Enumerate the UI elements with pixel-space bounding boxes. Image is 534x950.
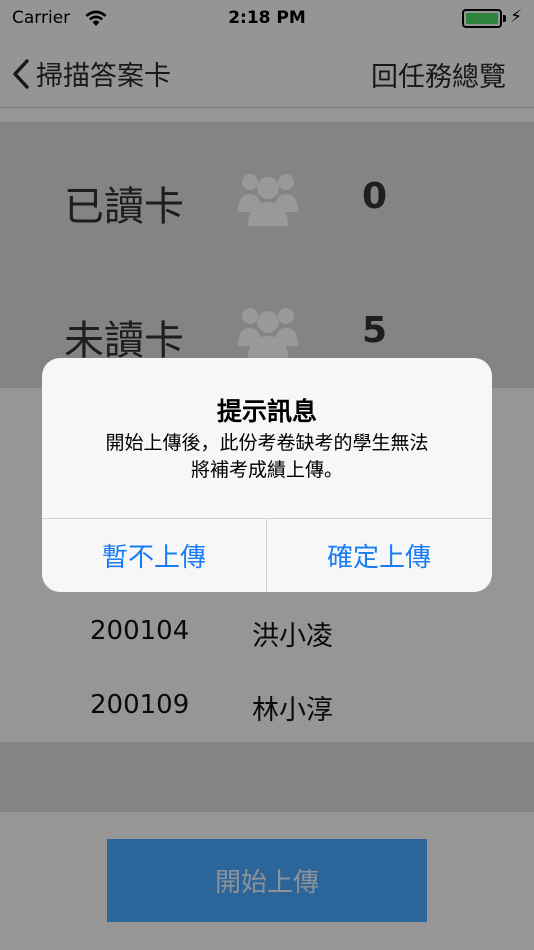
alert-message-line: 將補考成績上傳。 [190,459,343,481]
cancel-upload-button[interactable]: 暫不上傳 [42,519,266,592]
confirm-upload-button[interactable]: 確定上傳 [267,519,491,592]
alert-message-line: 開始上傳後，此份考卷缺考的學生無法 [105,432,429,454]
alert-title: 提示訊息 [216,397,317,426]
alert-dialog: 提示訊息 開始上傳後，此份考卷缺考的學生無法 將補考成績上傳。 暫不上傳 確定上… [42,358,492,592]
alert-message: 開始上傳後，此份考卷缺考的學生無法 將補考成績上傳。 [62,430,472,484]
screen: Carrier 2:18 PM ⚡ 掃描答案卡 回任務總覽 已讀卡 0 未讀卡 … [0,0,534,950]
